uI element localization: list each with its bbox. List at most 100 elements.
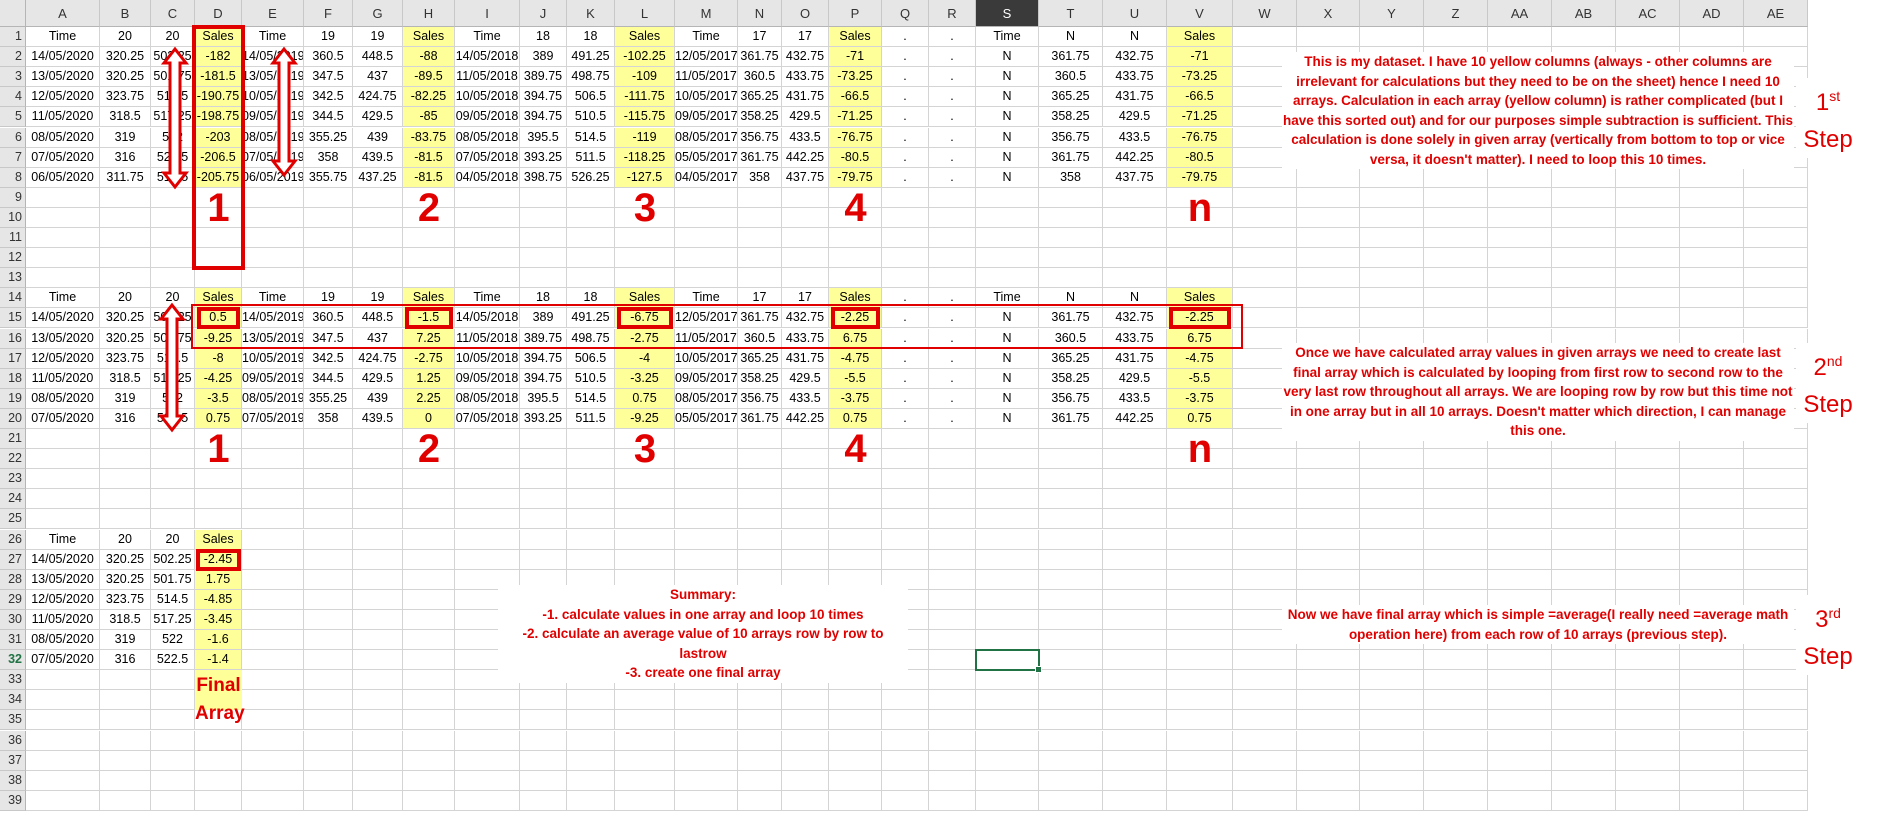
- cell-g1[interactable]: 19: [353, 27, 403, 48]
- column-header-g[interactable]: G: [353, 0, 403, 27]
- cell-ab23[interactable]: [1552, 469, 1616, 490]
- cell-e5[interactable]: 09/05/2019: [242, 107, 304, 128]
- cell-f32[interactable]: [304, 650, 353, 671]
- cell-j21[interactable]: [520, 429, 567, 450]
- cell-c35[interactable]: [151, 710, 195, 731]
- cell-h35[interactable]: [403, 710, 455, 731]
- cell-p38[interactable]: [829, 770, 882, 791]
- cell-e19[interactable]: 08/05/2019: [242, 388, 304, 409]
- cell-x35[interactable]: [1297, 710, 1360, 731]
- cell-c13[interactable]: [151, 268, 195, 289]
- cell-u34[interactable]: [1103, 690, 1167, 711]
- cell-n15[interactable]: 361.75: [738, 308, 782, 329]
- cell-b36[interactable]: [100, 730, 151, 751]
- cell-k14[interactable]: 18: [567, 288, 615, 309]
- cell-k22[interactable]: [567, 449, 615, 470]
- cell-k18[interactable]: 510.5: [567, 368, 615, 389]
- cell-u39[interactable]: [1103, 790, 1167, 811]
- cell-u12[interactable]: [1103, 248, 1167, 269]
- cell-f3[interactable]: 347.5: [304, 67, 353, 88]
- cell-n35[interactable]: [738, 710, 782, 731]
- cell-z1[interactable]: [1424, 27, 1488, 48]
- cell-n12[interactable]: [738, 248, 782, 269]
- cell-w35[interactable]: [1233, 710, 1297, 731]
- cell-m20[interactable]: 05/05/2017: [675, 408, 738, 429]
- cell-k35[interactable]: [567, 710, 615, 731]
- cell-k7[interactable]: 511.5: [567, 147, 615, 168]
- cell-z33[interactable]: [1424, 670, 1488, 691]
- cell-b22[interactable]: [100, 449, 151, 470]
- cell-a24[interactable]: [26, 489, 100, 510]
- cell-u24[interactable]: [1103, 489, 1167, 510]
- cell-r28[interactable]: [929, 569, 976, 590]
- cell-a22[interactable]: [26, 449, 100, 470]
- cell-g33[interactable]: [353, 670, 403, 691]
- row-header[interactable]: 39: [0, 790, 26, 811]
- cell-w11[interactable]: [1233, 228, 1297, 249]
- cell-v15[interactable]: -2.25: [1167, 308, 1233, 329]
- cell-s23[interactable]: [976, 469, 1039, 490]
- cell-o15[interactable]: 432.75: [782, 308, 829, 329]
- cell-ae25[interactable]: [1744, 509, 1808, 530]
- cell-d39[interactable]: [195, 790, 242, 811]
- row-header[interactable]: 20: [0, 408, 26, 429]
- cell-a17[interactable]: 12/05/2020: [26, 348, 100, 369]
- cell-b20[interactable]: 316: [100, 408, 151, 429]
- cell-t25[interactable]: [1039, 509, 1103, 530]
- cell-n13[interactable]: [738, 268, 782, 289]
- cell-w39[interactable]: [1233, 790, 1297, 811]
- cell-i22[interactable]: [455, 449, 520, 470]
- cell-ac11[interactable]: [1616, 228, 1680, 249]
- cell-v14[interactable]: Sales: [1167, 288, 1233, 309]
- cell-c39[interactable]: [151, 790, 195, 811]
- cell-v13[interactable]: [1167, 268, 1233, 289]
- cell-u23[interactable]: [1103, 469, 1167, 490]
- cell-j25[interactable]: [520, 509, 567, 530]
- row-header[interactable]: 32: [0, 650, 26, 671]
- cell-u33[interactable]: [1103, 670, 1167, 691]
- cell-o19[interactable]: 433.5: [782, 388, 829, 409]
- cell-o7[interactable]: 442.25: [782, 147, 829, 168]
- cell-c11[interactable]: [151, 228, 195, 249]
- cell-g25[interactable]: [353, 509, 403, 530]
- cell-h27[interactable]: [403, 549, 455, 570]
- cell-v37[interactable]: [1167, 750, 1233, 771]
- cell-y34[interactable]: [1360, 690, 1424, 711]
- cell-o5[interactable]: 429.5: [782, 107, 829, 128]
- cell-u38[interactable]: [1103, 770, 1167, 791]
- cell-o4[interactable]: 431.75: [782, 87, 829, 108]
- cell-z25[interactable]: [1424, 509, 1488, 530]
- cell-u16[interactable]: 433.75: [1103, 328, 1167, 349]
- cell-v6[interactable]: -76.75: [1167, 127, 1233, 148]
- cell-i13[interactable]: [455, 268, 520, 289]
- cell-t39[interactable]: [1039, 790, 1103, 811]
- cell-ad8[interactable]: [1680, 167, 1744, 188]
- cell-m35[interactable]: [675, 710, 738, 731]
- cell-s15[interactable]: N: [976, 308, 1039, 329]
- cell-v33[interactable]: [1167, 670, 1233, 691]
- cell-c30[interactable]: 517.25: [151, 609, 195, 630]
- cell-f21[interactable]: [304, 429, 353, 450]
- cell-b33[interactable]: [100, 670, 151, 691]
- column-header-e[interactable]: E: [242, 0, 304, 27]
- cell-q8[interactable]: .: [882, 167, 929, 188]
- cell-v39[interactable]: [1167, 790, 1233, 811]
- column-header-q[interactable]: Q: [882, 0, 929, 27]
- cell-k25[interactable]: [567, 509, 615, 530]
- cell-s14[interactable]: Time: [976, 288, 1039, 309]
- cell-r20[interactable]: .: [929, 408, 976, 429]
- cell-z34[interactable]: [1424, 690, 1488, 711]
- cell-e10[interactable]: [242, 207, 304, 228]
- cell-n27[interactable]: [738, 549, 782, 570]
- row-header[interactable]: 29: [0, 589, 26, 610]
- cell-b10[interactable]: [100, 207, 151, 228]
- cell-l16[interactable]: -2.75: [615, 328, 675, 349]
- cell-g10[interactable]: [353, 207, 403, 228]
- cell-b17[interactable]: 323.75: [100, 348, 151, 369]
- cell-q4[interactable]: .: [882, 87, 929, 108]
- cell-ab36[interactable]: [1552, 730, 1616, 751]
- cell-ad32[interactable]: [1680, 650, 1744, 671]
- cell-g29[interactable]: [353, 589, 403, 610]
- cell-s12[interactable]: [976, 248, 1039, 269]
- cell-aa37[interactable]: [1488, 750, 1552, 771]
